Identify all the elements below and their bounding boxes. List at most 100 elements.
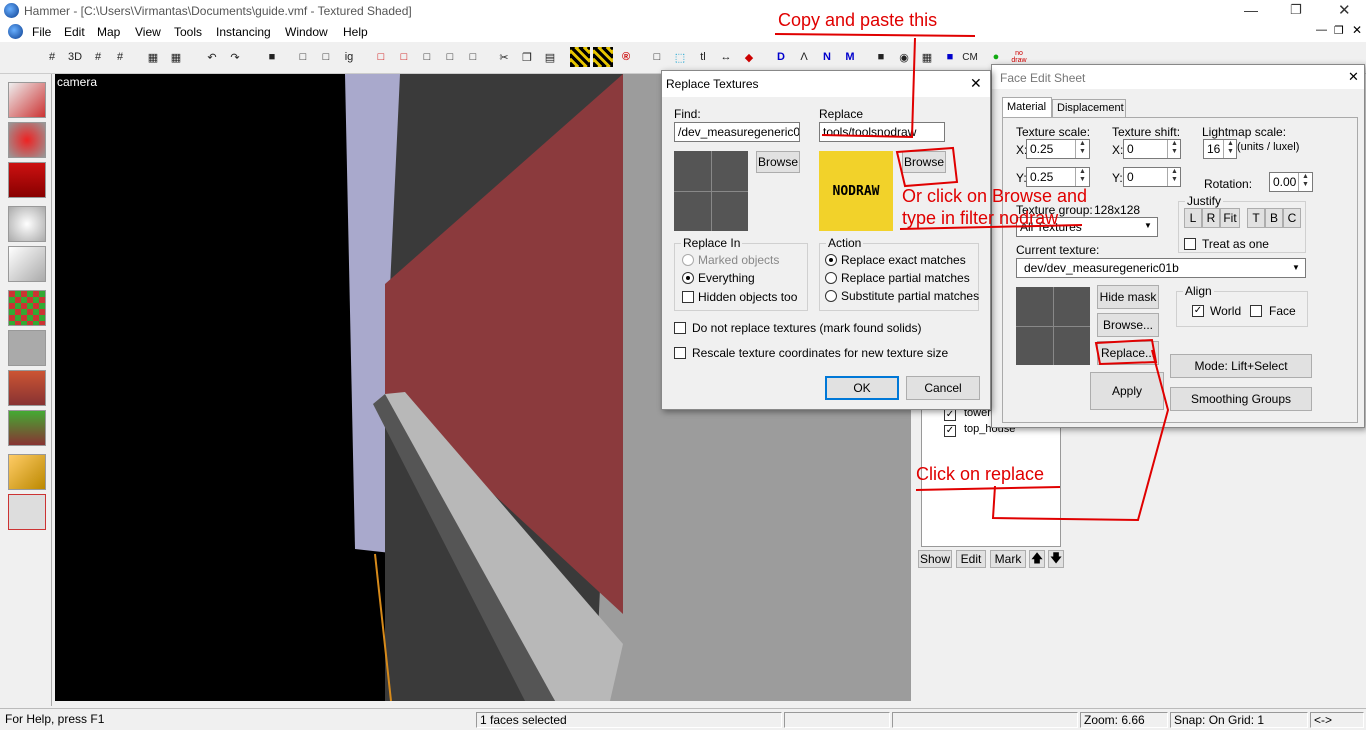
- exact-matches-radio[interactable]: [825, 254, 837, 266]
- decal-tool-icon[interactable]: [8, 370, 46, 406]
- menu-map[interactable]: Map: [97, 25, 120, 39]
- mode-button[interactable]: Mode: Lift+Select: [1170, 354, 1312, 378]
- apply-button[interactable]: Apply: [1090, 372, 1164, 410]
- select-dotted-icon[interactable]: ⬚: [670, 47, 690, 67]
- rescale-checkbox[interactable]: [674, 347, 686, 359]
- visgroup-checkbox-tower[interactable]: ✓: [944, 409, 956, 421]
- texture-browser-icon[interactable]: ▦: [917, 47, 937, 67]
- camera-tool-icon[interactable]: [8, 162, 46, 198]
- overlay-tool-icon[interactable]: [8, 410, 46, 446]
- group-icon[interactable]: ▦: [143, 47, 163, 67]
- tab-material[interactable]: Material: [1002, 97, 1052, 117]
- face-edit-close-icon[interactable]: ✕: [1348, 69, 1359, 85]
- menu-instancing[interactable]: Instancing: [216, 25, 271, 39]
- justify-left-button[interactable]: L: [1184, 208, 1202, 228]
- texture-group-dropdown-icon[interactable]: ▼: [1144, 221, 1152, 230]
- overlay-icon[interactable]: ■: [940, 47, 960, 67]
- shift-y-spinner-icon[interactable]: ▲ ▼: [1167, 168, 1181, 186]
- justify-top-button[interactable]: T: [1247, 208, 1265, 228]
- paste-icon[interactable]: ▤: [540, 47, 560, 67]
- clipping-tool-icon[interactable]: [8, 454, 46, 490]
- texture-lock-icon[interactable]: □: [463, 47, 483, 67]
- block-tool-icon[interactable]: [8, 246, 46, 282]
- scale-x-spinner-icon[interactable]: ▲ ▼: [1075, 140, 1089, 158]
- hide-icon[interactable]: □: [371, 47, 391, 67]
- marked-objects-radio[interactable]: [682, 254, 694, 266]
- apply-texture-icon[interactable]: [8, 330, 46, 366]
- tab-displacement[interactable]: Displacement: [1052, 99, 1126, 117]
- entity-tool-icon[interactable]: [8, 206, 46, 242]
- replace-field[interactable]: tools/toolsnodraw: [819, 122, 945, 142]
- rotation-spinner-icon[interactable]: ▲ ▼: [1298, 173, 1312, 191]
- clip-icon[interactable]: □: [316, 47, 336, 67]
- find-browse-button[interactable]: Browse: [756, 151, 800, 173]
- selection-tool-icon[interactable]: [8, 82, 46, 118]
- align-world-checkbox[interactable]: ✓: [1192, 305, 1204, 317]
- close-icon[interactable]: ✕: [1338, 1, 1351, 19]
- menu-window[interactable]: Window: [285, 25, 328, 39]
- select-box-icon[interactable]: □: [647, 47, 667, 67]
- everything-radio[interactable]: [682, 272, 694, 284]
- copy-icon[interactable]: ❐: [517, 47, 537, 67]
- replace-texture-button[interactable]: Replace...: [1097, 341, 1159, 365]
- cancel-button[interactable]: Cancel: [906, 376, 980, 400]
- cubemap-icon[interactable]: CM: [960, 47, 980, 67]
- align-face-checkbox[interactable]: [1250, 305, 1262, 317]
- cordon-icon[interactable]: □: [417, 47, 437, 67]
- current-texture-select[interactable]: dev/dev_measuregeneric01b: [1016, 258, 1306, 278]
- carve-icon[interactable]: ■: [262, 47, 282, 67]
- menu-help[interactable]: Help: [343, 25, 368, 39]
- vertex-tool-icon[interactable]: [8, 494, 46, 530]
- toggle-tl-icon[interactable]: tl: [693, 47, 713, 67]
- current-texture-dropdown-icon[interactable]: ▼: [1292, 263, 1300, 272]
- justify-bottom-button[interactable]: B: [1265, 208, 1283, 228]
- redo-icon[interactable]: ↷: [225, 47, 245, 67]
- hidden-objects-checkbox[interactable]: [682, 291, 694, 303]
- restore-icon[interactable]: ❐: [1290, 2, 1302, 18]
- lightmap-spinner-icon[interactable]: ▲ ▼: [1223, 140, 1237, 158]
- helpers-icon[interactable]: Λ: [794, 47, 814, 67]
- replace-dialog-close-icon[interactable]: ✕: [970, 75, 982, 92]
- show-button[interactable]: Show: [918, 550, 952, 568]
- menu-tools[interactable]: Tools: [174, 25, 202, 39]
- ok-button[interactable]: OK: [825, 376, 899, 400]
- child-restore-icon[interactable]: ❐: [1334, 24, 1344, 37]
- hide-mask-button[interactable]: Hide mask: [1097, 285, 1159, 309]
- run-map-icon[interactable]: [593, 47, 613, 67]
- shift-x-spinner-icon[interactable]: ▲ ▼: [1167, 140, 1181, 158]
- magnify-tool-icon[interactable]: [8, 122, 46, 158]
- ungroup-icon[interactable]: ▦: [166, 47, 186, 67]
- do-not-replace-checkbox[interactable]: [674, 322, 686, 334]
- texture-application-icon[interactable]: [8, 290, 46, 326]
- cut-icon[interactable]: ✂: [494, 47, 514, 67]
- visgroup-checkbox-top-house[interactable]: ✓: [944, 425, 956, 437]
- justify-fit-button[interactable]: Fit: [1220, 208, 1240, 228]
- smoothing-groups-button[interactable]: Smoothing Groups: [1170, 387, 1312, 411]
- cordon-edit-icon[interactable]: □: [440, 47, 460, 67]
- arrow-icon[interactable]: ↔: [716, 47, 736, 67]
- ignore-groups-icon[interactable]: ig: [339, 47, 359, 67]
- mark-button[interactable]: Mark: [990, 550, 1026, 568]
- models-icon[interactable]: M: [840, 47, 860, 67]
- 3d-grid-icon[interactable]: 3D: [65, 47, 85, 67]
- sprites-icon[interactable]: ■: [871, 47, 891, 67]
- justify-right-button[interactable]: R: [1202, 208, 1220, 228]
- model-icon[interactable]: ◆: [739, 47, 759, 67]
- menu-view[interactable]: View: [135, 25, 161, 39]
- child-close-icon[interactable]: ✕: [1352, 23, 1362, 37]
- menu-file[interactable]: File: [32, 25, 51, 39]
- substitute-matches-radio[interactable]: [825, 290, 837, 302]
- justify-center-button[interactable]: C: [1283, 208, 1301, 228]
- auto-visgroup-icon[interactable]: D: [771, 47, 791, 67]
- child-minimize-icon[interactable]: —: [1316, 24, 1327, 36]
- move-up-icon[interactable]: 🡅: [1029, 550, 1045, 568]
- undo-icon[interactable]: ↶: [202, 47, 222, 67]
- textured-icon[interactable]: N: [817, 47, 837, 67]
- compile-icon[interactable]: [570, 47, 590, 67]
- hollow-icon[interactable]: □: [293, 47, 313, 67]
- minimize-icon[interactable]: —: [1244, 2, 1258, 18]
- replace-browse-button[interactable]: Browse: [902, 151, 946, 173]
- edit-button[interactable]: Edit: [956, 550, 986, 568]
- record-icon[interactable]: ®: [616, 47, 636, 67]
- treat-as-one-checkbox[interactable]: [1184, 238, 1196, 250]
